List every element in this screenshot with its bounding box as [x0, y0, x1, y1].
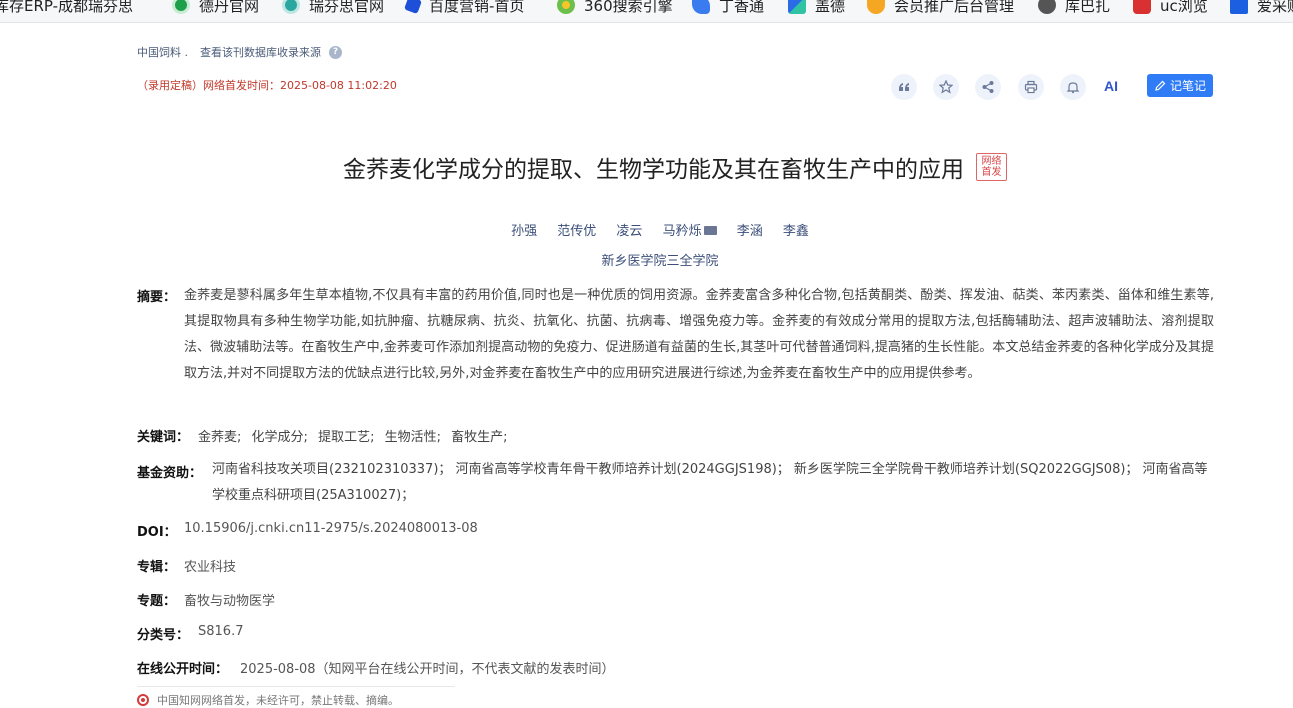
print-button[interactable]: [1018, 74, 1044, 100]
fund-text[interactable]: 河南省科技攻关项目(232102310337)； 河南省高等学校青年骨干教师培养…: [212, 457, 1215, 509]
bookmark-label: 爱采购: [1257, 0, 1293, 15]
bookmark-item[interactable]: uc浏览: [1133, 0, 1208, 16]
affiliation-link[interactable]: 新乡医学院三全学院: [0, 250, 1293, 269]
share-icon: [982, 81, 994, 93]
cnki-mark-icon: [137, 694, 149, 706]
favorite-button[interactable]: [933, 74, 959, 100]
class-value: S816.7: [198, 624, 244, 639]
subscribe-button[interactable]: [1060, 74, 1086, 100]
class-section: 分类号： S816.7: [137, 624, 737, 644]
online-time-section: 在线公开时间： 2025-08-08（知网平台在线公开时间，不代表文献的发表时间…: [137, 658, 937, 678]
take-note-button[interactable]: 记笔记: [1147, 74, 1213, 97]
fund-label: 基金资助：: [137, 466, 203, 481]
globe-icon: [1038, 0, 1056, 14]
series-value: 农业科技: [184, 560, 237, 575]
copyright-text: 中国知网网络首发，未经许可，禁止转载、摘编。: [157, 694, 399, 707]
keyword-link[interactable]: 化学成分;: [252, 430, 308, 445]
cite-button[interactable]: [891, 74, 917, 100]
publish-time: （录用定稿）网络首发时间：2025-08-08 11:02:20: [137, 79, 397, 92]
bookmark-item[interactable]: 德丹官网: [172, 0, 259, 16]
author-name: 马矜烁: [662, 224, 702, 239]
green-circle-icon: [172, 0, 190, 14]
bookmark-item[interactable]: 瑞芬思官网: [282, 0, 384, 16]
topic-section: 专题： 畜牧与动物医学: [137, 590, 737, 610]
bookmark-label: 360搜索引擎: [584, 0, 673, 15]
journal-source-link[interactable]: 中国饲料 .: [137, 44, 188, 60]
bookmark-label: 德丹官网: [199, 0, 260, 15]
keyword-link[interactable]: 提取工艺;: [318, 430, 374, 445]
pencil-icon: [1155, 80, 1166, 91]
grid-icon: [1230, 0, 1248, 14]
divider: [137, 686, 455, 687]
bookmark-label: 库巴扎: [1065, 0, 1111, 15]
journal-meta: 中国饲料 . 查看该刊数据库收录来源 ?: [137, 44, 342, 60]
bookmark-label: 库存ERP-成都瑞芬思: [0, 0, 134, 15]
bookmarks-bar: 库存ERP-成都瑞芬思 德丹官网 瑞芬思官网 百度营销-首页 360搜索引擎 丁…: [0, 0, 1293, 23]
quote-icon: [899, 83, 909, 91]
online-time-value: 2025-08-08（知网平台在线公开时间，不代表文献的发表时间）: [240, 662, 615, 677]
teal-circle-icon: [282, 0, 300, 14]
keywords-label: 关键词：: [137, 430, 190, 445]
bookmark-label: 丁香通: [719, 0, 765, 15]
doi-label: DOI：: [137, 525, 177, 540]
author-list: 孙强 范传优 凌云 马矜烁 李涵 李鑫: [0, 220, 1293, 239]
copyright-note: 中国知网网络首发，未经许可，禁止转载、摘编。: [137, 692, 399, 708]
star-icon: [939, 80, 953, 94]
online-first-badge: 网络首发: [976, 153, 1007, 181]
bookmark-item[interactable]: 360搜索引擎: [557, 0, 673, 16]
take-note-label: 记笔记: [1169, 79, 1206, 93]
keyword-link[interactable]: 畜牧生产;: [451, 430, 507, 445]
bell-icon: [1066, 82, 1080, 94]
bookmark-item[interactable]: 盖德: [788, 0, 845, 16]
abstract-label: 摘要：: [137, 290, 177, 305]
author-link[interactable]: 凌云: [616, 224, 642, 239]
class-label: 分类号：: [137, 628, 190, 643]
bookmark-item[interactable]: 丁香通: [692, 0, 764, 16]
check-source-link[interactable]: 查看该刊数据库收录来源: [200, 44, 321, 60]
abstract-text: 金荞麦是蓼科属多年生草本植物,不仅具有丰富的药用价值,同时也是一种优质的饲用资源…: [184, 288, 1214, 381]
author-link[interactable]: 李鑫: [783, 224, 809, 239]
gaode-icon: [788, 0, 806, 14]
keywords-section: 关键词： 金荞麦; 化学成分; 提取工艺; 生物活性; 畜牧生产;: [137, 426, 737, 446]
author-link[interactable]: 李涵: [737, 224, 763, 239]
bookmark-item[interactable]: 库存ERP-成都瑞芬思: [0, 0, 133, 16]
bookmark-label: uc浏览: [1160, 0, 1208, 15]
bookmark-item[interactable]: 会员推广后台管理: [867, 0, 1014, 16]
mail-icon: [703, 226, 717, 235]
bookmark-item[interactable]: 库巴扎: [1038, 0, 1110, 16]
uc-icon: [1133, 0, 1151, 14]
author-link[interactable]: 孙强: [511, 224, 537, 239]
jd-icon: [692, 0, 710, 14]
bookmark-label: 会员推广后台管理: [894, 0, 1015, 15]
author-link-corresponding[interactable]: 马矜烁: [663, 224, 717, 239]
orange-shield-icon: [867, 0, 885, 14]
keyword-link[interactable]: 金荞麦;: [198, 430, 241, 445]
bookmark-label: 百度营销-首页: [429, 0, 525, 15]
doi-section: DOI： 10.15906/j.cnki.cn11-2975/s.2024080…: [137, 521, 737, 541]
ai-button[interactable]: AI: [1104, 78, 1118, 94]
fund-section: 基金资助： 河南省科技攻关项目(232102310337)； 河南省高等学校青年…: [137, 457, 1217, 509]
online-time-label: 在线公开时间：: [137, 662, 229, 677]
help-icon[interactable]: ?: [329, 45, 342, 59]
doi-value: 10.15906/j.cnki.cn11-2975/s.2024080013-0…: [184, 521, 478, 536]
share-button[interactable]: [975, 74, 1001, 100]
topic-value: 畜牧与动物医学: [184, 594, 276, 609]
printer-icon: [1024, 80, 1038, 94]
bookmark-label: 盖德: [815, 0, 846, 15]
title-area: 金荞麦化学成分的提取、生物学功能及其在畜牧生产中的应用 网络首发: [0, 150, 1293, 184]
bookmark-item[interactable]: 爱采购: [1230, 0, 1293, 16]
keyword-link[interactable]: 生物活性;: [385, 430, 441, 445]
bookmark-item[interactable]: 百度营销-首页: [404, 0, 525, 16]
flower-icon: [557, 0, 575, 14]
series-label: 专辑：: [137, 560, 177, 575]
bookmark-label: 瑞芬思官网: [309, 0, 385, 15]
abstract-section: 摘要： 金荞麦是蓼科属多年生草本植物,不仅具有丰富的药用价值,同时也是一种优质的…: [137, 283, 1217, 413]
topic-label: 专题：: [137, 594, 177, 609]
baidu-paw-icon: [404, 0, 422, 14]
series-section: 专辑： 农业科技: [137, 556, 737, 576]
article-title: 金荞麦化学成分的提取、生物学功能及其在畜牧生产中的应用: [343, 157, 964, 183]
author-link[interactable]: 范传优: [557, 224, 596, 239]
